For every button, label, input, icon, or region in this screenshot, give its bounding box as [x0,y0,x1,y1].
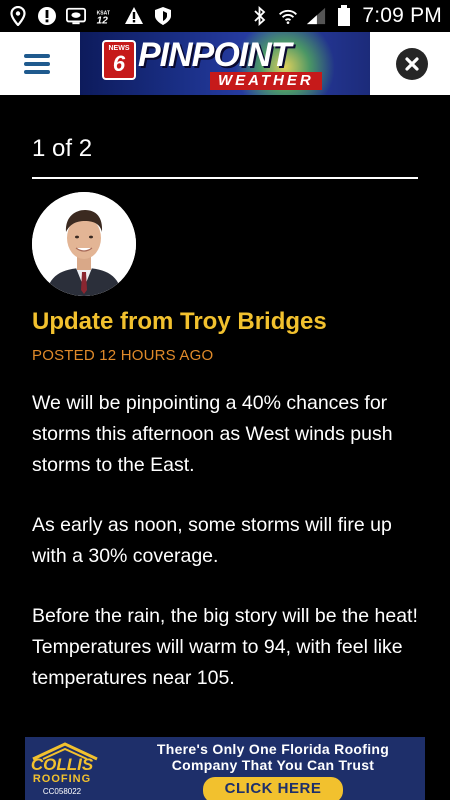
svg-text:12: 12 [97,16,109,27]
system-icons: 7:09 PM [250,3,442,29]
close-icon [405,57,419,71]
pinpoint-weather-logo: NEWS 6 PINPOINT WEATHER [80,32,370,95]
wifi-icon [278,6,298,26]
location-icon [8,6,28,26]
warning-icon [124,6,144,26]
avatar [32,192,136,296]
posted-timestamp: POSTED 12 HOURS AGO [32,347,214,364]
ad-banner[interactable]: COLLIS ROOFING CC058022 There's Only One… [25,737,425,800]
ad-headline: There's Only One Florida Roofing [156,741,390,757]
signal-icon [306,6,326,26]
divider [32,177,418,179]
update-title: Update from Troy Bridges [32,308,327,335]
alert-icon [37,6,57,26]
ksat-12-icon: KSAT 12 [95,6,115,26]
ad-brand-sub: ROOFING [32,773,92,785]
logo-subbrand: WEATHER [210,72,322,90]
battery-icon [334,5,354,26]
status-bar: KSAT 12 7:09 PM [0,0,450,32]
menu-icon-bar [24,70,50,74]
news-6-badge: NEWS 6 [102,40,136,80]
meteorologist-portrait [32,192,136,296]
menu-button[interactable] [20,49,56,79]
logo-brand: PINPOINT [138,36,292,74]
ad-license: CC058022 [42,787,82,796]
notification-icons: KSAT 12 [8,4,173,28]
bluetooth-icon [250,6,270,26]
update-paragraph: We will be pinpointing a 40% chances for… [32,392,393,476]
ad-headline: Company That You Can Trust [171,757,375,773]
tv-icon [66,6,86,26]
update-paragraph: As early as noon, some storms will fire … [32,514,392,567]
click-here-button[interactable]: CLICK HERE [203,777,343,800]
ad-brand: COLLIS [30,755,94,774]
update-counter: 1 of 2 [32,135,93,162]
shield-icon [153,6,173,26]
clock: 7:09 PM [362,4,442,27]
menu-icon-bar [24,62,50,66]
update-paragraph: Before the rain, the big story will be t… [32,605,418,689]
close-button[interactable] [396,48,428,80]
app-header: NEWS 6 PINPOINT WEATHER [0,32,450,95]
menu-icon-bar [24,54,50,58]
update-body: We will be pinpointing a 40% chances for… [32,388,428,723]
